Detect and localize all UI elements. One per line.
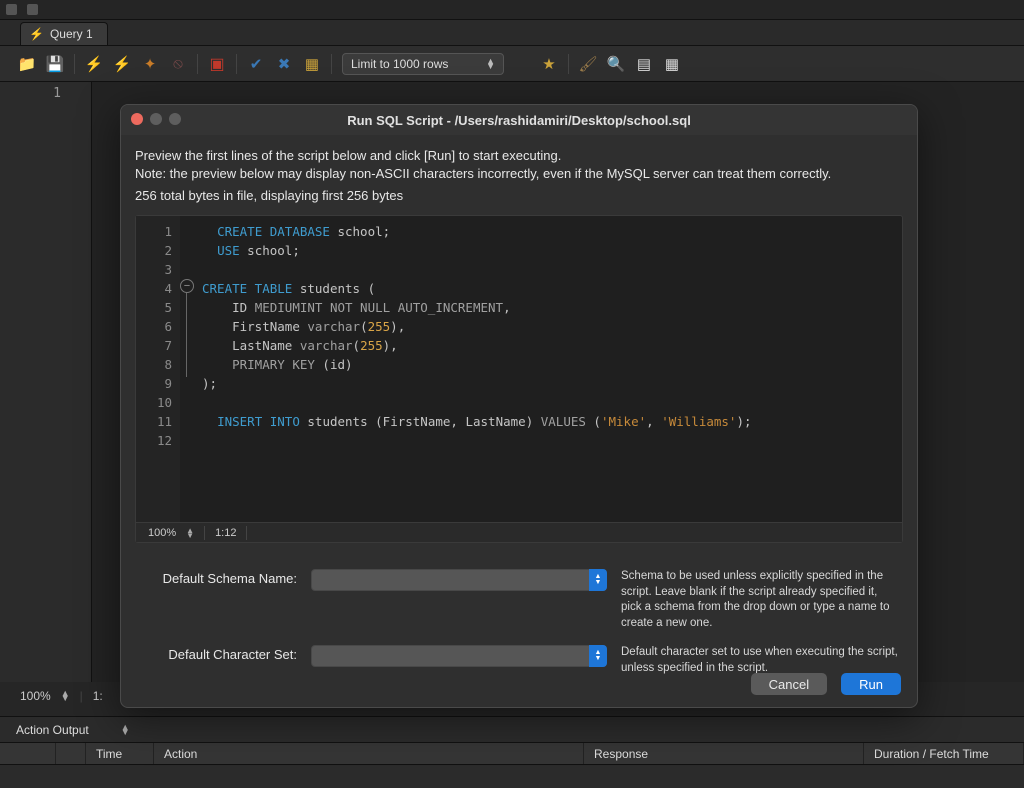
stepper-icon[interactable]: ▲▼ [121,725,130,735]
bytes-summary: 256 total bytes in file, displaying firs… [135,188,903,203]
dialog-titlebar[interactable]: Run SQL Script - /Users/rashidamiri/Desk… [121,105,917,135]
execute-current-icon[interactable]: ⚡ [113,55,131,73]
separator [236,54,237,74]
action-output-columns: Time Action Response Duration / Fetch Ti… [0,743,1024,765]
code-zoom: 100% [148,527,176,539]
brush-icon[interactable]: 🖌 [579,55,597,73]
separator [568,54,569,74]
stepper-icon[interactable]: ▲▼ [186,528,194,538]
open-file-icon[interactable]: 📁 [18,55,36,73]
save-icon[interactable]: 💾 [46,55,64,73]
bg-zoom: 100% [20,689,51,703]
bg-cursor-pos: 1: [93,689,103,703]
format-icon[interactable]: ▦ [303,55,321,73]
chevron-down-icon[interactable]: ▲▼ [589,569,607,591]
app-menubar [0,0,1024,20]
separator [74,54,75,74]
separator [331,54,332,74]
chevron-down-icon[interactable]: ▲▼ [589,645,607,667]
window-controls [131,113,181,125]
dialog-buttons: Cancel Run [751,673,901,695]
tab-query-1[interactable]: ⚡ Query 1 [20,22,108,45]
code-status-bar: 100% ▲▼ 1:12 [136,522,902,542]
col-action[interactable]: Action [154,743,584,764]
tab-label: Query 1 [50,27,93,41]
schema-select[interactable] [311,569,607,591]
explain-icon[interactable]: ✦ [141,55,159,73]
sql-toolbar: 📁 💾 ⚡ ⚡ ✦ ⦸ ▣ ✔ ✖ ▦ Limit to 1000 rows ▲… [0,46,1024,82]
preview-instructions: Preview the first lines of the script be… [135,147,903,182]
action-output-panel: Action Output ▲▼ Time Action Response Du… [0,716,1024,788]
menu-icon[interactable] [6,4,17,15]
close-icon[interactable] [131,113,143,125]
tile-icon[interactable]: ▦ [663,55,681,73]
code-cursor-pos: 1:12 [215,527,236,539]
run-sql-script-dialog: Run SQL Script - /Users/rashidamiri/Desk… [120,104,918,708]
schema-label: Default Schema Name: [135,569,297,586]
snippets-icon[interactable]: ▤ [635,55,653,73]
separator [197,54,198,74]
preview-line2: Note: the preview below may display non-… [135,165,903,183]
col-status[interactable] [56,743,86,764]
execute-icon[interactable]: ⚡ [85,55,103,73]
commit-icon[interactable]: ✔ [247,55,265,73]
schema-help: Schema to be used unless explicitly spec… [621,569,903,631]
favorite-icon[interactable]: ★ [540,55,558,73]
cancel-label: Cancel [769,677,809,692]
row-limit-select[interactable]: Limit to 1000 rows ▲▼ [342,53,504,75]
fold-line [186,293,187,377]
action-output-label: Action Output [16,723,89,737]
preview-line1: Preview the first lines of the script be… [135,147,903,165]
action-output-header[interactable]: Action Output ▲▼ [0,717,1024,743]
row-limit-value: Limit to 1000 rows [351,57,448,71]
search-icon[interactable]: 🔍 [607,55,625,73]
run-button[interactable]: Run [841,673,901,695]
toggle-autocommit-icon[interactable]: ▣ [208,55,226,73]
rollback-icon[interactable]: ✖ [275,55,293,73]
charset-help: Default character set to use when execut… [621,645,903,676]
panel-icon[interactable] [27,4,38,15]
stepper-icon: ▲▼ [486,59,495,69]
minimize-icon[interactable] [150,113,162,125]
col-duration[interactable]: Duration / Fetch Time [864,743,1024,764]
bg-gutter: 1 [0,82,92,682]
editor-tabrow: ⚡ Query 1 [0,20,1024,46]
dialog-title: Run SQL Script - /Users/rashidamiri/Desk… [347,113,691,128]
bolt-icon: ⚡ [29,27,44,41]
script-preview: 123456789101112 − CREATE DATABASE school… [135,215,903,543]
fold-toggle-icon[interactable]: − [180,279,194,293]
maximize-icon[interactable] [169,113,181,125]
col-response[interactable]: Response [584,743,864,764]
charset-label: Default Character Set: [135,645,297,662]
bg-line-number: 1 [0,86,61,101]
code-content[interactable]: CREATE DATABASE school; USE school; CREA… [196,216,902,522]
charset-select[interactable] [311,645,607,667]
stepper-icon[interactable]: ▲▼ [61,691,70,701]
cancel-button[interactable]: Cancel [751,673,827,695]
code-gutter: 123456789101112 [136,216,180,522]
run-label: Run [859,677,883,692]
col-index[interactable] [0,743,56,764]
col-time[interactable]: Time [86,743,154,764]
fold-column: − [180,216,196,522]
stop-icon[interactable]: ⦸ [169,55,187,73]
